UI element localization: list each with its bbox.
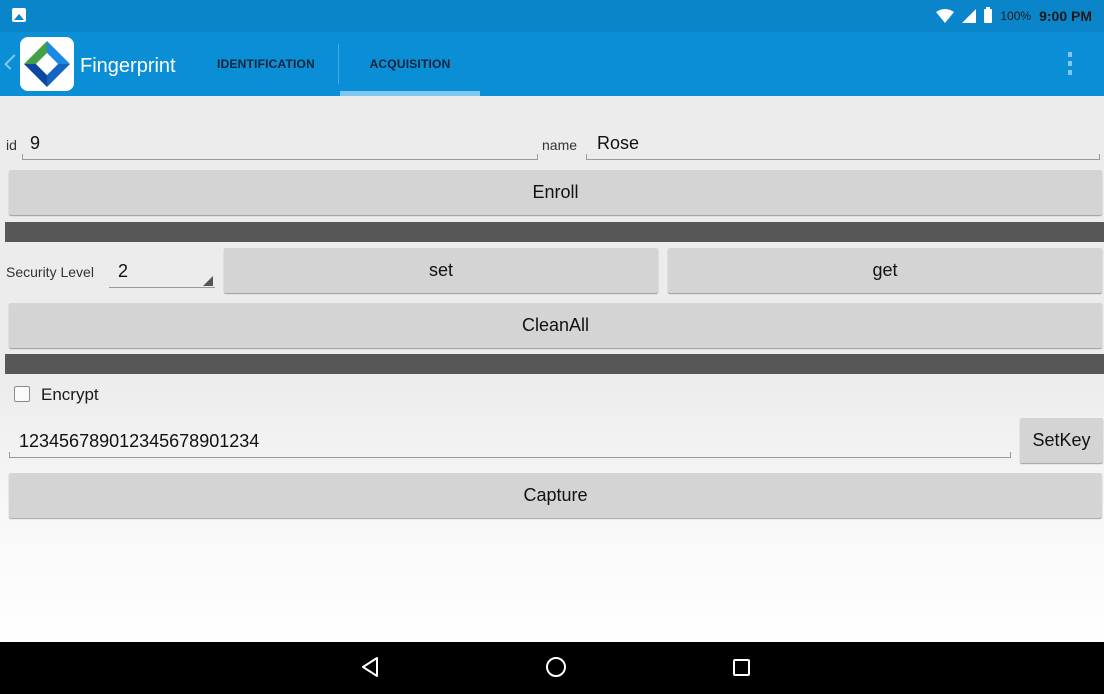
encrypt-checkbox[interactable] <box>14 386 30 402</box>
id-field-tick-right <box>537 154 538 159</box>
key-field-underline <box>9 457 1011 458</box>
name-field-tick-left <box>586 154 587 159</box>
security-level-spinner[interactable]: 2 <box>118 261 128 282</box>
capture-button[interactable]: Capture <box>9 473 1102 518</box>
enroll-button[interactable]: Enroll <box>9 170 1102 215</box>
status-indicators: 100% 9:00 PM <box>936 6 1092 26</box>
clean-all-button[interactable]: CleanAll <box>9 303 1102 348</box>
tab-divider <box>338 44 339 84</box>
key-field-tick-left <box>9 452 10 457</box>
set-key-button[interactable]: SetKey <box>1020 418 1103 463</box>
tab-identification[interactable]: IDENTIFICATION <box>196 32 336 96</box>
gallery-notification-icon <box>12 8 26 22</box>
key-field-tick-right <box>1010 452 1011 457</box>
tab-acquisition[interactable]: ACQUISITION <box>340 32 480 96</box>
id-label: id <box>6 137 17 153</box>
section-divider <box>5 222 1104 242</box>
id-field[interactable]: 9 <box>30 133 40 154</box>
battery-percent: 100% <box>1000 9 1032 23</box>
id-field-underline <box>22 159 538 160</box>
recents-icon[interactable] <box>733 659 750 676</box>
get-button[interactable]: get <box>668 248 1102 293</box>
name-field-tick-right <box>1099 154 1100 159</box>
clock: 9:00 PM <box>1039 8 1092 24</box>
back-icon[interactable] <box>360 656 382 678</box>
home-icon[interactable] <box>546 657 566 677</box>
encrypt-label: Encrypt <box>41 385 99 404</box>
spinner-underline <box>109 287 215 288</box>
spinner-dropdown-icon[interactable] <box>203 276 213 286</box>
section-divider <box>5 354 1104 374</box>
name-field[interactable]: Rose <box>597 133 639 154</box>
security-level-label: Security Level <box>6 264 94 280</box>
app-title: Fingerprint <box>80 55 176 77</box>
key-field[interactable]: 123456789012345678901234 <box>19 431 259 452</box>
overflow-menu-icon[interactable] <box>1060 50 1080 78</box>
set-button[interactable]: set <box>224 248 658 293</box>
wifi-icon <box>936 9 955 23</box>
name-field-underline <box>586 159 1100 160</box>
battery-icon <box>984 7 993 23</box>
cell-signal-icon <box>962 9 977 23</box>
name-label: name <box>542 137 578 153</box>
id-field-tick-left <box>22 154 23 159</box>
app-logo-icon <box>20 37 74 91</box>
